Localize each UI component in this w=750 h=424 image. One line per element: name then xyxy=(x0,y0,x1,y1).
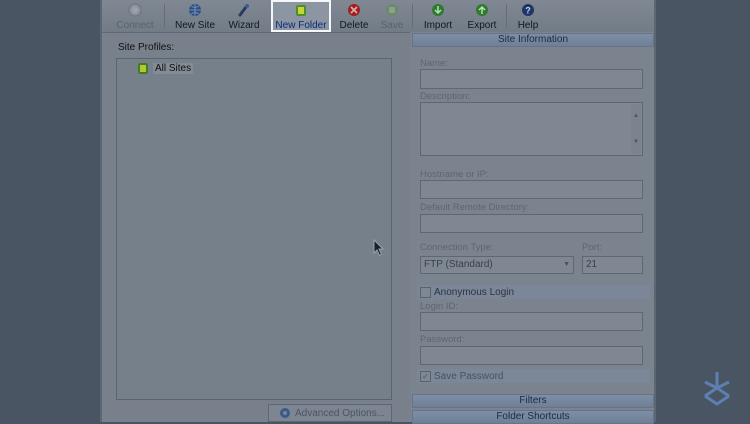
import-button[interactable]: Import xyxy=(418,0,458,32)
description-scrollbar[interactable]: ▲ ▼ xyxy=(631,104,641,154)
connection-type-select[interactable]: FTP (Standard) ▼ xyxy=(420,256,574,274)
help-button[interactable]: ? Help xyxy=(510,0,546,32)
scroll-down-icon[interactable]: ▼ xyxy=(633,133,639,151)
new-site-button[interactable]: New Site xyxy=(170,0,220,32)
site-profiles-label: Site Profiles: xyxy=(118,42,175,53)
filters-header[interactable]: Filters xyxy=(412,394,654,408)
hostname-field[interactable] xyxy=(420,180,643,199)
name-label: Name: xyxy=(420,58,448,69)
delete-button[interactable]: Delete xyxy=(334,0,374,32)
save-password-label: Save Password xyxy=(434,370,504,382)
remote-directory-field[interactable] xyxy=(420,214,643,233)
tree-item-all-sites[interactable]: All Sites xyxy=(137,61,194,75)
chevron-down-icon: ▼ xyxy=(563,261,570,268)
advanced-options-button[interactable]: Advanced Options... xyxy=(268,404,392,422)
anonymous-login-label: Anonymous Login xyxy=(434,286,515,298)
advanced-options-label: Advanced Options... xyxy=(295,407,386,419)
import-label: Import xyxy=(423,20,453,31)
toolbar-separator xyxy=(506,4,507,28)
toolbar-separator xyxy=(164,4,165,28)
new-folder-label: New Folder xyxy=(275,20,327,31)
anonymous-login-checkbox[interactable] xyxy=(420,286,431,298)
port-label: Port: xyxy=(582,242,603,253)
site-information-header[interactable]: Site Information xyxy=(412,33,654,47)
delete-icon xyxy=(348,4,360,16)
login-id-field[interactable] xyxy=(420,312,643,331)
new-site-icon xyxy=(189,4,201,16)
tree-item-label: All Sites xyxy=(153,62,194,74)
name-field[interactable] xyxy=(420,69,643,89)
scroll-up-icon[interactable]: ▲ xyxy=(633,107,639,125)
description-field[interactable]: ▲ ▼ xyxy=(420,102,643,156)
toolbar: Connect New Site Wizard New Folder Delet… xyxy=(102,0,654,33)
connect-icon xyxy=(128,3,142,17)
export-label: Export xyxy=(467,20,497,31)
login-id-label: Login ID: xyxy=(420,301,459,312)
folder-icon xyxy=(138,62,148,74)
gear-icon xyxy=(280,408,290,418)
svg-text:?: ? xyxy=(525,6,531,16)
save-icon xyxy=(386,4,398,16)
wizard-button[interactable]: Wizard xyxy=(224,0,264,32)
site-information-panel: Site Information Name: Description: ▲ ▼ … xyxy=(410,32,654,424)
ftp-site-manager-window: Connect New Site Wizard New Folder Delet… xyxy=(100,0,656,424)
password-field[interactable] xyxy=(420,346,643,365)
save-password-checkbox[interactable]: ✓ xyxy=(420,370,431,382)
remote-directory-label: Default Remote Directory: xyxy=(420,202,530,213)
connect-label: Connect xyxy=(116,20,154,31)
help-icon: ? xyxy=(522,4,534,16)
mouse-cursor-icon xyxy=(373,239,385,257)
site-profiles-tree[interactable]: All Sites xyxy=(116,58,392,400)
save-password-row[interactable]: ✓ Save Password xyxy=(418,369,650,383)
export-button[interactable]: Export xyxy=(462,0,502,32)
new-site-label: New Site xyxy=(174,20,215,31)
wizard-label: Wizard xyxy=(228,20,260,31)
toolbar-separator xyxy=(412,4,413,28)
connect-button[interactable]: Connect xyxy=(112,0,158,32)
wizard-icon xyxy=(238,4,249,17)
save-label: Save xyxy=(380,20,404,31)
connection-type-label: Connection Type: xyxy=(420,242,494,253)
import-icon xyxy=(432,4,444,16)
password-label: Password: xyxy=(420,334,465,345)
delete-label: Delete xyxy=(339,20,369,31)
brand-logo-icon xyxy=(704,372,730,406)
description-label: Description: xyxy=(420,91,471,102)
hostname-label: Hostname or IP: xyxy=(420,169,489,180)
help-label: Help xyxy=(517,20,539,31)
new-folder-icon xyxy=(296,5,306,16)
new-folder-button[interactable]: New Folder xyxy=(271,0,331,32)
port-field[interactable]: 21 xyxy=(582,256,643,274)
export-icon xyxy=(476,4,488,16)
connection-type-value: FTP (Standard) xyxy=(424,259,493,270)
anonymous-login-row[interactable]: Anonymous Login xyxy=(418,285,650,299)
save-button[interactable]: Save xyxy=(376,0,408,32)
